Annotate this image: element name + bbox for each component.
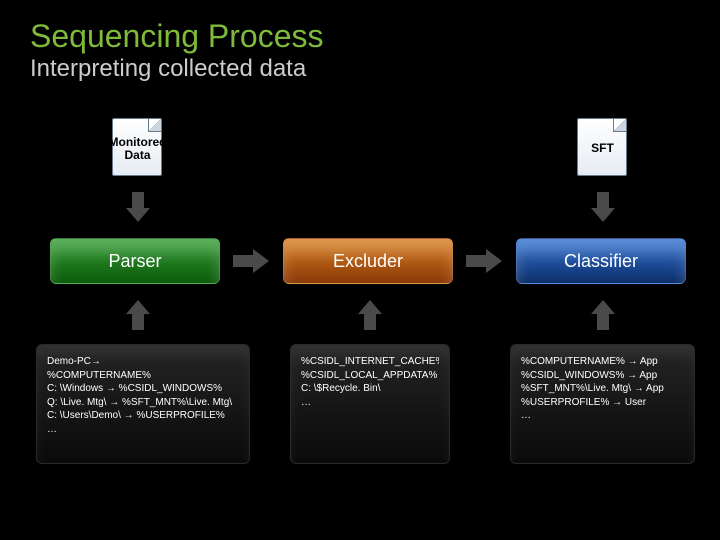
slide-subtitle: Interpreting collected data [0,55,720,83]
excluder-line: C: \$Recycle. Bin\ [301,382,439,396]
excluder-line: %CSIDL_INTERNET_CACHE% [301,355,439,369]
arrow-classifier-content-up [591,300,615,330]
arrow-excluder-content-up [358,300,382,330]
parser-line: Q: \Live. Mtg\ → %SFT_MNT%\Live. Mtg\ [47,396,239,410]
monitored-data-label: Monitored Data [80,136,195,162]
excluder-content-box: %CSIDL_INTERNET_CACHE% %CSIDL_LOCAL_APPD… [290,344,450,464]
arrow-monitored-to-parser [126,192,150,222]
classifier-line: %COMPUTERNAME% → App [521,355,684,369]
monitored-label-line2: Data [124,148,150,162]
parser-line: %COMPUTERNAME% [47,369,239,383]
arrow-parser-to-excluder [233,249,269,273]
classifier-box: Classifier [516,238,686,284]
sft-label: SFT [560,142,645,155]
classifier-line: %CSIDL_WINDOWS% → App [521,369,684,383]
excluder-box: Excluder [283,238,453,284]
parser-line: … [47,423,239,437]
classifier-content-box: %COMPUTERNAME% → App %CSIDL_WINDOWS% → A… [510,344,695,464]
classifier-line: … [521,409,684,423]
parser-line: C: \Windows → %CSIDL_WINDOWS% [47,382,239,396]
parser-line: Demo-PC→ [47,355,239,369]
arrow-parser-content-up [126,300,150,330]
excluder-line: … [301,396,439,410]
parser-content-box: Demo-PC→ %COMPUTERNAME% C: \Windows → %C… [36,344,250,464]
classifier-line: %SFT_MNT%\Live. Mtg\ → App [521,382,684,396]
slide-title: Sequencing Process [0,0,720,55]
arrow-sft-to-classifier [591,192,615,222]
parser-line: C: \Users\Demo\ → %USERPROFILE% [47,409,239,423]
parser-box: Parser [50,238,220,284]
monitored-label-line1: Monitored [109,135,167,149]
arrow-excluder-to-classifier [466,249,502,273]
excluder-line: %CSIDL_LOCAL_APPDATA% [301,369,439,383]
classifier-line: %USERPROFILE% → User [521,396,684,410]
